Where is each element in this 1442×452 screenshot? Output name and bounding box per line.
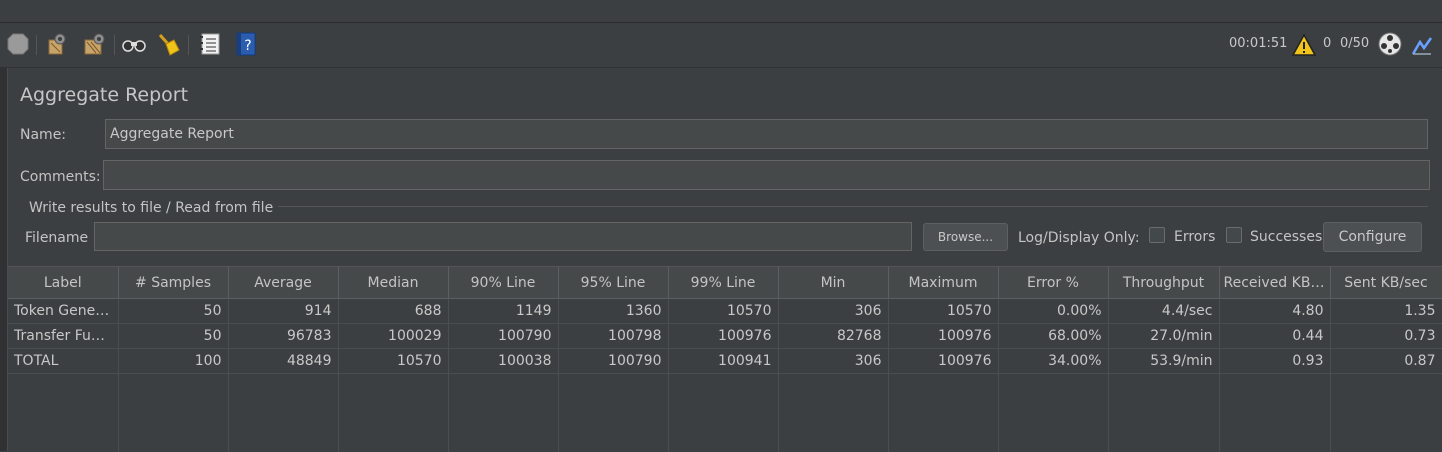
aggregate-report-panel: Aggregate Report Name: Aggregate Report … xyxy=(8,68,1442,452)
table-row[interactable]: TOTAL 100 48849 10570 100038 100790 1009… xyxy=(8,348,1442,374)
elapsed-time: 00:01:51 xyxy=(1229,36,1288,51)
stop-icon[interactable] xyxy=(6,32,30,56)
table-row[interactable]: Token Genera... 50 914 688 1149 1360 105… xyxy=(8,298,1442,324)
table-cell: 914 xyxy=(228,298,339,324)
comments-field[interactable] xyxy=(103,160,1430,190)
table-cell: 53.9/min xyxy=(1108,348,1220,374)
table-cell: 0.87 xyxy=(1330,348,1442,374)
active-threads: 0/50 xyxy=(1340,36,1370,51)
column-header-average[interactable]: Average xyxy=(228,267,339,299)
table-cell: 4.4/sec xyxy=(1108,298,1220,324)
column-header-samples[interactable]: # Samples xyxy=(118,267,229,299)
table-cell: 34.00% xyxy=(998,348,1109,374)
toolbar-separator xyxy=(36,35,37,55)
column-header-median[interactable]: Median xyxy=(338,267,449,299)
table-cell: 100941 xyxy=(668,348,779,374)
warning-count: 0 xyxy=(1323,36,1332,51)
function-helper-icon[interactable] xyxy=(198,32,222,56)
reset-search-icon[interactable] xyxy=(156,32,180,56)
left-splitter[interactable] xyxy=(0,68,8,451)
table-cell: 10570 xyxy=(888,298,999,324)
column-header-throughput[interactable]: Throughput xyxy=(1108,267,1220,299)
column-header-90-line[interactable]: 90% Line xyxy=(448,267,559,299)
toolbar-separator xyxy=(188,35,189,55)
errors-label: Errors xyxy=(1174,229,1216,245)
table-cell: 100790 xyxy=(558,348,669,374)
comments-label: Comments: xyxy=(20,169,101,185)
page-title: Aggregate Report xyxy=(20,84,189,106)
column-header-label[interactable]: Label xyxy=(8,267,119,299)
table-cell: 306 xyxy=(778,298,889,324)
log-viewer-icon[interactable] xyxy=(1410,34,1434,58)
clear-all-icon[interactable] xyxy=(82,32,106,56)
title-strip xyxy=(0,0,1442,23)
table-cell: 27.0/min xyxy=(1108,323,1220,349)
column-header-95-line[interactable]: 95% Line xyxy=(558,267,669,299)
table-cell: 1149 xyxy=(448,298,559,324)
table-header-row: Label # Samples Average Median 90% Line … xyxy=(8,267,1442,299)
table-cell: Transfer Fund... xyxy=(8,323,119,349)
table-cell: 50 xyxy=(118,298,229,324)
name-label: Name: xyxy=(20,127,67,143)
table-cell: 96783 xyxy=(228,323,339,349)
table-cell: 1360 xyxy=(558,298,669,324)
toolbar: ? 00:01:51 0 0/50 xyxy=(0,23,1442,68)
table-cell: 48849 xyxy=(228,348,339,374)
toolbar-separator xyxy=(114,35,115,55)
results-table: Label # Samples Average Median 90% Line … xyxy=(8,267,1442,374)
search-icon[interactable] xyxy=(122,32,146,56)
table-cell: 1.35 xyxy=(1330,298,1442,324)
table-row[interactable]: Transfer Fund... 50 96783 100029 100790 … xyxy=(8,323,1442,349)
table-cell: 0.00% xyxy=(998,298,1109,324)
column-header-received[interactable]: Received KB/... xyxy=(1219,267,1331,299)
filename-field[interactable] xyxy=(94,222,912,251)
table-cell: 100029 xyxy=(338,323,449,349)
warning-icon[interactable] xyxy=(1292,33,1316,57)
table-cell: 4.80 xyxy=(1219,298,1331,324)
successes-checkbox[interactable] xyxy=(1226,227,1242,243)
table-cell: 100798 xyxy=(558,323,669,349)
errors-checkbox[interactable] xyxy=(1149,227,1165,243)
table-cell: Token Genera... xyxy=(8,298,119,324)
filename-label: Filename xyxy=(25,230,89,246)
group-title: Write results to file / Read from file xyxy=(29,200,274,216)
table-cell: 10570 xyxy=(338,348,449,374)
table-cell: 100 xyxy=(118,348,229,374)
table-cell: 0.93 xyxy=(1219,348,1331,374)
browse-button[interactable]: Browse... xyxy=(923,223,1008,251)
table-cell: 50 xyxy=(118,323,229,349)
table-cell: 688 xyxy=(338,298,449,324)
table-cell: TOTAL xyxy=(8,348,119,374)
column-header-sent[interactable]: Sent KB/sec xyxy=(1330,267,1442,299)
table-cell: 0.73 xyxy=(1330,323,1442,349)
table-cell: 100976 xyxy=(888,348,999,374)
configure-button[interactable]: Configure xyxy=(1323,222,1422,252)
column-header-maximum[interactable]: Maximum xyxy=(888,267,999,299)
column-header-error[interactable]: Error % xyxy=(998,267,1109,299)
name-field[interactable]: Aggregate Report xyxy=(105,119,1428,149)
table-cell: 306 xyxy=(778,348,889,374)
successes-label: Successes xyxy=(1250,229,1323,245)
table-cell: 68.00% xyxy=(998,323,1109,349)
column-header-99-line[interactable]: 99% Line xyxy=(668,267,779,299)
table-cell: 100790 xyxy=(448,323,559,349)
table-cell: 100976 xyxy=(668,323,779,349)
log-display-label: Log/Display Only: xyxy=(1018,230,1140,246)
table-cell: 0.44 xyxy=(1219,323,1331,349)
status-indicator-icon xyxy=(1378,32,1402,56)
table-cell: 100976 xyxy=(888,323,999,349)
table-cell: 100038 xyxy=(448,348,559,374)
table-cell: 82768 xyxy=(778,323,889,349)
clear-icon[interactable] xyxy=(44,32,68,56)
help-icon[interactable]: ? xyxy=(234,32,258,56)
table-cell: 10570 xyxy=(668,298,779,324)
column-header-min[interactable]: Min xyxy=(778,267,889,299)
aggregate-table: Label # Samples Average Median 90% Line … xyxy=(8,266,1442,452)
svg-text:?: ? xyxy=(244,38,251,54)
group-divider xyxy=(278,206,1428,207)
